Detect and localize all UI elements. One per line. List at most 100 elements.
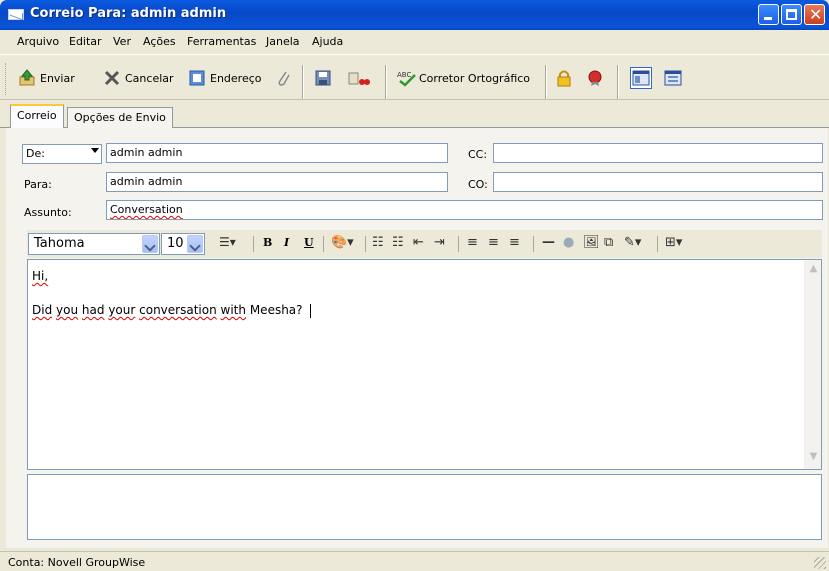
format-separator	[657, 236, 658, 252]
attachment-area[interactable]	[27, 474, 822, 540]
body-word: Meesha?	[249, 303, 303, 317]
font-color-icon[interactable]: 🎨▾	[331, 235, 354, 250]
view-layout-icon	[632, 69, 650, 87]
toolbar-grip[interactable]	[5, 63, 8, 95]
send-label: Enviar	[40, 71, 75, 85]
view-button-2[interactable]	[664, 67, 682, 89]
address-book-icon	[188, 69, 206, 87]
title-bar: Correio Para: admin admin ✕	[0, 0, 829, 30]
seal-icon	[586, 69, 604, 87]
menu-acoes[interactable]: Ações	[143, 35, 176, 48]
italic-icon[interactable]: I	[284, 236, 289, 249]
font-select[interactable]: Tahoma	[28, 233, 160, 255]
tab-opcoes-de-envio[interactable]: Opções de Envio	[67, 107, 173, 129]
bold-icon[interactable]: B	[263, 236, 272, 249]
font-size-value: 10	[167, 236, 184, 251]
cc-field[interactable]	[493, 143, 823, 163]
insert-signature-icon[interactable]: ✎▾	[624, 235, 641, 250]
insert-image-icon[interactable]: 🖼	[583, 235, 600, 250]
scroll-down-icon[interactable]: ▼	[806, 451, 821, 466]
scroll-up-icon[interactable]: ▲	[806, 263, 821, 278]
text-caret	[310, 303, 312, 318]
cancel-button[interactable]: Cancelar	[103, 67, 174, 89]
table-icon[interactable]: ⊞▾	[665, 235, 682, 250]
close-button[interactable]: ✕	[804, 4, 825, 25]
bc-field[interactable]	[493, 172, 823, 192]
horizontal-line-icon[interactable]: —	[542, 235, 555, 250]
format-separator	[458, 236, 459, 252]
menu-ferramentas[interactable]: Ferramentas	[187, 35, 256, 48]
align-left-icon[interactable]: ≡	[467, 235, 478, 250]
sign-button[interactable]	[586, 67, 604, 89]
tab-strip: Correio Opções de Envio	[0, 104, 829, 129]
minimize-icon	[764, 17, 772, 20]
maximize-button[interactable]	[781, 4, 802, 25]
toolbar-separator	[545, 65, 547, 99]
font-name: Tahoma	[34, 236, 85, 251]
address-book-button[interactable]: Endereço	[188, 67, 262, 89]
tab-correio[interactable]: Correio	[10, 104, 64, 129]
from-select[interactable]: De:	[22, 144, 102, 164]
bc-label: CO:	[468, 178, 488, 191]
bulleted-list-icon[interactable]: ☷	[392, 235, 404, 250]
cc-label: CC:	[468, 148, 488, 161]
font-size-select[interactable]: 10	[161, 233, 205, 255]
send-icon	[18, 69, 36, 87]
subject-field[interactable]: Conversation	[106, 200, 823, 220]
chevron-down-icon	[187, 235, 203, 253]
from-field[interactable]: admin admin	[106, 143, 448, 163]
send-button[interactable]: Enviar	[18, 67, 75, 89]
toolbar-separator	[385, 65, 387, 99]
numbered-list-icon[interactable]: ☷	[372, 235, 384, 250]
decrease-indent-icon[interactable]: ⇤	[413, 235, 424, 250]
menu-editar[interactable]: Editar	[69, 35, 102, 48]
send-options-icon	[348, 69, 370, 87]
status-bar: Conta: Novell GroupWise	[0, 551, 829, 571]
save-icon	[314, 69, 332, 87]
body-word: with	[220, 303, 246, 317]
underline-icon[interactable]: U	[304, 236, 314, 249]
align-center-icon[interactable]: ≡	[488, 235, 499, 250]
format-separator	[323, 236, 324, 252]
body-word: you	[56, 303, 79, 317]
menu-bar: Arquivo Editar Ver Ações Ferramentas Jan…	[0, 30, 829, 54]
chevron-down-icon	[142, 235, 158, 253]
spell-check-button[interactable]: ABC Corretor Ortográfico	[397, 67, 530, 89]
minimize-button[interactable]	[758, 4, 779, 25]
body-word: your	[108, 303, 136, 317]
to-field[interactable]: admin admin	[106, 172, 448, 192]
message-body-editor[interactable]: Hi, Did you had your conversation with M…	[27, 259, 822, 470]
link-icon[interactable]: ●	[563, 235, 574, 250]
spell-check-icon: ABC	[397, 69, 416, 87]
paragraph-style-icon[interactable]: ☰▾	[219, 235, 236, 249]
align-right-icon[interactable]: ≡	[509, 235, 520, 250]
body-word: had	[81, 303, 105, 317]
view-button-1[interactable]	[630, 67, 652, 89]
menu-arquivo[interactable]: Arquivo	[17, 35, 59, 48]
send-options-button[interactable]	[348, 67, 370, 89]
vertical-scrollbar[interactable]: ▲ ▼	[804, 260, 821, 469]
window-title: Correio Para: admin admin	[30, 6, 227, 21]
body-word: Did	[32, 303, 53, 317]
insert-object-icon[interactable]: ⧉	[604, 235, 613, 250]
encrypt-button[interactable]	[555, 67, 573, 89]
format-separator	[365, 236, 366, 252]
increase-indent-icon[interactable]: ⇥	[434, 235, 445, 250]
attach-button[interactable]	[274, 67, 292, 89]
menu-ver[interactable]: Ver	[113, 35, 131, 48]
menu-ajuda[interactable]: Ajuda	[312, 35, 343, 48]
envelope-icon	[8, 9, 24, 20]
format-separator	[253, 236, 254, 252]
status-text: Conta: Novell GroupWise	[8, 556, 146, 569]
menu-janela[interactable]: Janela	[266, 35, 300, 48]
svg-text:ABC: ABC	[397, 71, 411, 79]
address-book-label: Endereço	[210, 71, 262, 85]
subject-label: Assunto:	[24, 206, 72, 219]
subject-text: Conversation	[110, 203, 183, 216]
save-button[interactable]	[314, 67, 332, 89]
spell-check-label: Corretor Ortográfico	[419, 71, 531, 85]
format-separator	[533, 236, 534, 252]
resize-grip-icon[interactable]	[814, 557, 826, 569]
close-icon: ✕	[809, 5, 823, 24]
body-line-greeting: Hi,	[32, 269, 48, 283]
